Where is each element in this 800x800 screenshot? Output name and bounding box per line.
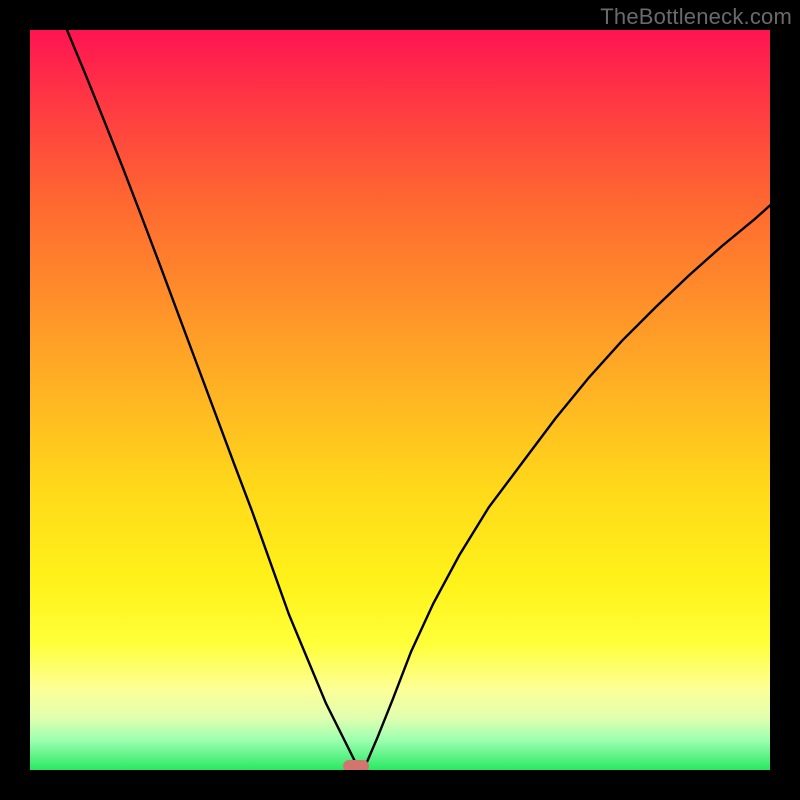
watermark-text: TheBottleneck.com xyxy=(600,4,792,30)
curve-right xyxy=(367,205,770,762)
bottleneck-curve xyxy=(30,30,770,770)
minimum-marker xyxy=(343,760,369,770)
curve-left xyxy=(67,30,356,763)
plot-area xyxy=(30,30,770,770)
